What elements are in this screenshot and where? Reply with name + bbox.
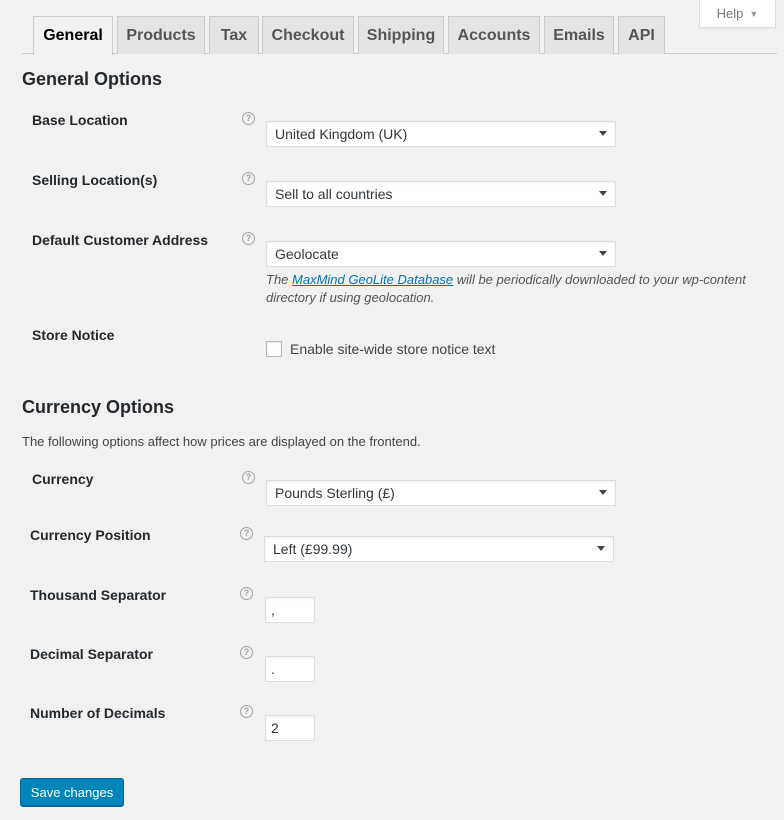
select-value: Pounds Sterling (£)	[275, 485, 395, 501]
selling-locations-select[interactable]: Sell to all countries	[266, 181, 616, 207]
question-mark-circle-icon[interactable]: ?	[242, 112, 255, 125]
base-location-label: Base Location	[32, 112, 128, 128]
maxmind-link[interactable]: MaxMind GeoLite Database	[292, 272, 453, 287]
store-notice-checkbox[interactable]	[266, 341, 282, 357]
geolocation-description: The MaxMind GeoLite Database will be per…	[266, 271, 766, 307]
select-value: Geolocate	[275, 246, 339, 262]
caret-down-icon	[599, 191, 607, 196]
caret-down-icon	[599, 490, 607, 495]
tab-label: Emails	[553, 26, 605, 44]
thousand-separator-label: Thousand Separator	[30, 587, 167, 603]
decimal-separator-label: Decimal Separator	[30, 646, 153, 662]
question-mark-circle-icon[interactable]: ?	[242, 172, 255, 185]
tab-label: Accounts	[457, 26, 531, 44]
desc-prefix: The	[266, 272, 293, 287]
caret-down-icon	[599, 131, 607, 136]
select-value: United Kingdom (UK)	[275, 126, 408, 142]
desc-suffix: will be periodically downloaded to your …	[453, 272, 746, 287]
select-value: Sell to all countries	[275, 186, 393, 202]
thousand-separator-input[interactable]	[265, 597, 315, 623]
currency-label: Currency	[32, 471, 94, 487]
currency-select[interactable]: Pounds Sterling (£)	[266, 480, 616, 506]
number-of-decimals-input[interactable]	[265, 715, 315, 741]
base-location-select[interactable]: United Kingdom (UK)	[266, 121, 616, 147]
tab-label: Checkout	[271, 26, 345, 44]
general-options-heading: General Options	[22, 69, 163, 89]
caret-down-icon	[599, 251, 607, 256]
question-mark-circle-icon[interactable]: ?	[242, 471, 255, 484]
currency-options-description: The following options affect how prices …	[22, 434, 421, 449]
tab-label: General	[43, 27, 103, 44]
settings-tabs: General Products Tax Checkout Shipping A…	[22, 16, 777, 55]
tab-label: Products	[126, 26, 196, 44]
question-mark-circle-icon[interactable]: ?	[240, 646, 253, 659]
tab-checkout[interactable]: Checkout	[262, 16, 354, 54]
desc-line2: directory if using geolocation.	[266, 290, 435, 305]
tab-shipping[interactable]: Shipping	[358, 16, 444, 54]
tab-label: Tax	[220, 26, 248, 44]
tab-label: API	[628, 26, 655, 44]
currency-options-heading: Currency Options	[22, 397, 175, 417]
caret-down-icon	[597, 546, 605, 551]
question-mark-circle-icon[interactable]: ?	[240, 705, 253, 718]
currency-position-label: Currency Position	[30, 527, 151, 543]
save-changes-button[interactable]: Save changes	[20, 778, 124, 806]
save-button-label: Save changes	[30, 784, 114, 800]
tab-accounts[interactable]: Accounts	[448, 16, 540, 54]
number-of-decimals-label: Number of Decimals	[30, 705, 166, 721]
default-address-label: Default Customer Address	[32, 232, 209, 248]
tab-general[interactable]: General	[33, 16, 113, 55]
tab-products[interactable]: Products	[117, 16, 205, 54]
tab-api[interactable]: API	[618, 16, 665, 54]
question-mark-circle-icon[interactable]: ?	[240, 587, 253, 600]
question-mark-circle-icon[interactable]: ?	[240, 527, 253, 540]
select-value: Left (£99.99)	[273, 541, 353, 557]
tab-emails[interactable]: Emails	[544, 16, 614, 54]
decimal-separator-input[interactable]	[265, 656, 315, 682]
store-notice-label: Store Notice	[32, 327, 115, 343]
store-notice-checkbox-label: Enable site-wide store notice text	[290, 341, 496, 357]
tab-label: Shipping	[366, 26, 436, 44]
selling-locations-label: Selling Location(s)	[32, 172, 158, 188]
tab-tax[interactable]: Tax	[209, 16, 259, 54]
question-mark-circle-icon[interactable]: ?	[242, 232, 255, 245]
currency-position-select[interactable]: Left (£99.99)	[264, 536, 614, 562]
default-address-select[interactable]: Geolocate	[266, 241, 616, 267]
